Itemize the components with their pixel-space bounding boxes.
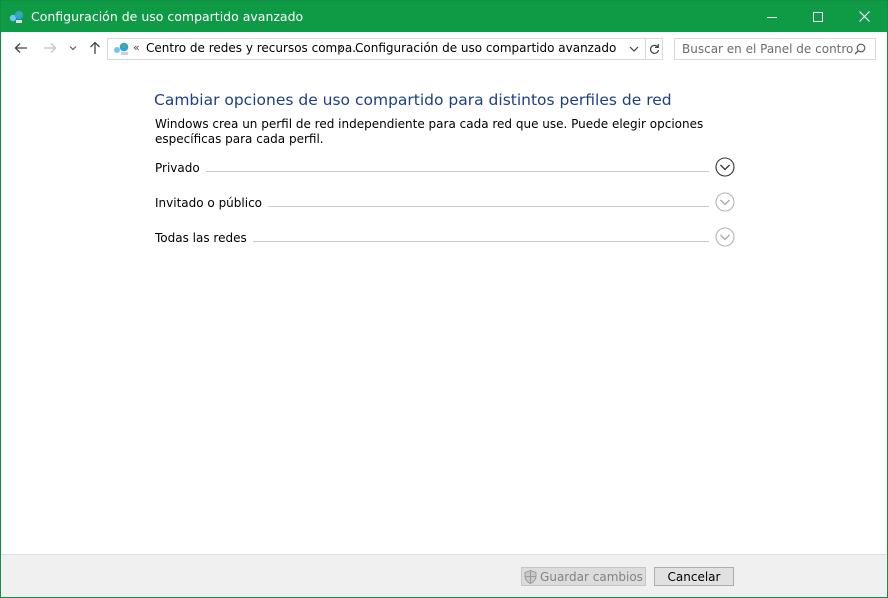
recent-locations-button[interactable] (66, 37, 80, 59)
network-sharing-icon (114, 42, 129, 55)
cancel-button[interactable]: Cancelar (654, 567, 734, 586)
refresh-button[interactable] (645, 39, 663, 59)
search-box[interactable] (674, 38, 876, 60)
title-bar[interactable]: Configuración de uso compartido avanzado (1, 1, 887, 32)
address-dropdown-icon[interactable] (628, 43, 640, 55)
breadcrumb-advanced-sharing[interactable]: Configuración de uso compartido avanzado (355, 41, 616, 55)
footer-bar: Guardar cambios Cancelar (1, 554, 887, 597)
window: Configuración de uso compartido avanzado (0, 0, 888, 598)
back-button[interactable] (10, 37, 32, 59)
back-arrow-icon (14, 43, 27, 53)
address-bar[interactable]: « Centro de redes y recursos compa... › … (107, 38, 663, 60)
up-button[interactable] (85, 37, 105, 59)
section-label: Privado (155, 161, 206, 175)
page-heading: Cambiar opciones de uso compartido para … (154, 91, 672, 109)
section-divider (155, 171, 709, 172)
section-all-networks[interactable]: Todas las redes (155, 227, 737, 253)
forward-arrow-icon (44, 43, 57, 53)
forward-button[interactable] (39, 37, 61, 59)
search-icon[interactable] (854, 43, 866, 55)
section-label: Todas las redes (155, 231, 253, 245)
save-changes-button[interactable]: Guardar cambios (521, 567, 646, 586)
expand-chevron-icon[interactable] (715, 192, 735, 212)
section-private[interactable]: Privado (155, 157, 737, 183)
breadcrumb-network-center[interactable]: Centro de redes y recursos compa... (146, 41, 364, 55)
network-sharing-icon (9, 10, 24, 23)
maximize-icon (813, 11, 823, 22)
refresh-icon (650, 44, 660, 54)
expand-chevron-icon[interactable] (715, 227, 735, 247)
section-guest-public[interactable]: Invitado o público (155, 192, 737, 218)
uac-shield-icon (524, 569, 537, 584)
main-content: Cambiar opciones de uso compartido para … (1, 64, 887, 554)
maximize-button[interactable] (795, 1, 841, 32)
close-button[interactable] (841, 1, 887, 32)
breadcrumb-overflow[interactable]: « (133, 41, 140, 54)
cancel-label: Cancelar (667, 569, 721, 584)
save-changes-label: Guardar cambios (540, 569, 643, 584)
page-description: Windows crea un perfil de red independie… (155, 117, 704, 146)
minimize-button[interactable] (749, 1, 795, 32)
up-arrow-icon (90, 41, 100, 54)
breadcrumb-separator[interactable]: › (339, 41, 343, 54)
close-icon (858, 11, 870, 22)
navigation-bar: « Centro de redes y recursos compa... › … (1, 32, 887, 64)
chevron-down-icon (69, 46, 77, 51)
section-label: Invitado o público (155, 196, 269, 210)
minimize-icon (767, 16, 777, 18)
search-input[interactable] (675, 39, 854, 59)
window-title: Configuración de uso compartido avanzado (31, 9, 304, 24)
expand-chevron-icon[interactable] (715, 157, 735, 177)
